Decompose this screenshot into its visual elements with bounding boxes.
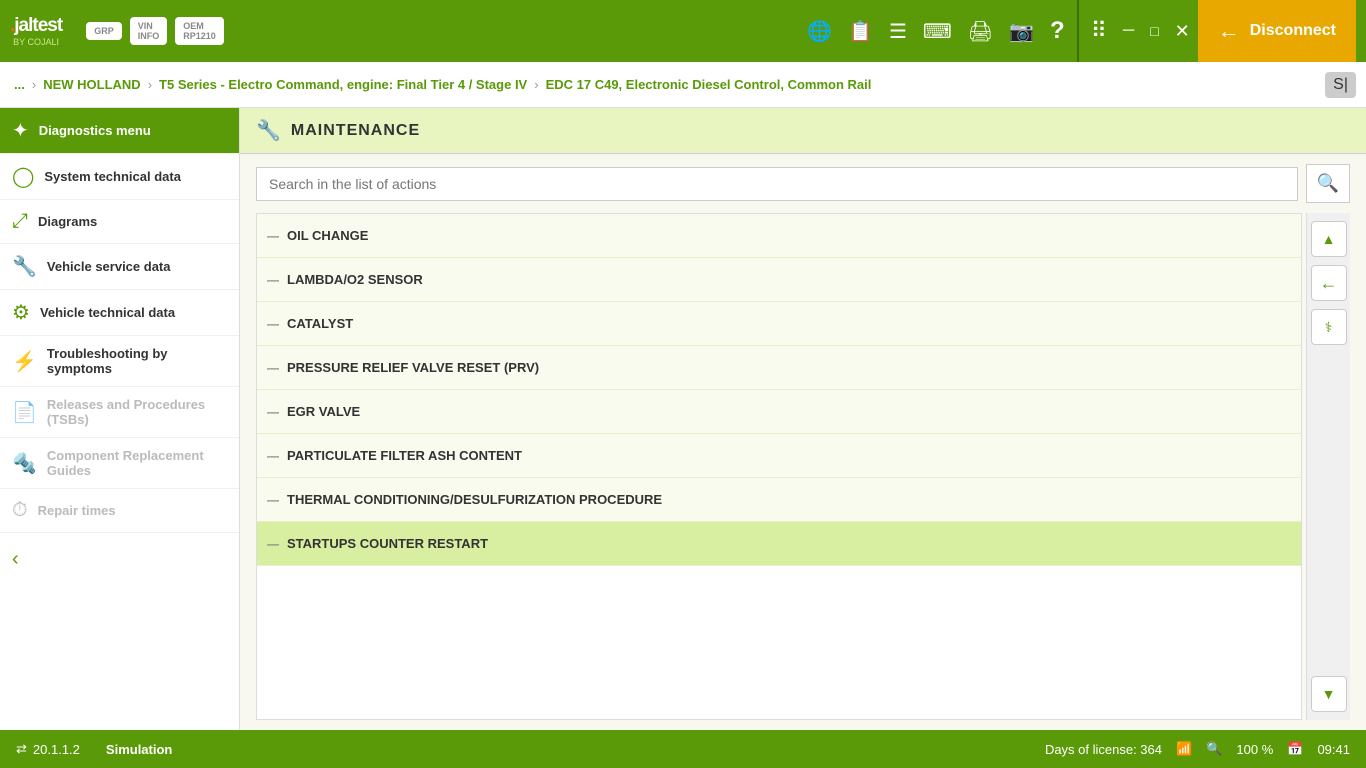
troubleshooting-icon: ⚡ bbox=[12, 349, 37, 374]
apps-icon[interactable]: ⠿ bbox=[1091, 18, 1107, 44]
close-icon[interactable]: ✕ bbox=[1175, 21, 1190, 42]
releases-icon: 📄 bbox=[12, 400, 37, 425]
vehicle-tech-icon: ⚙ bbox=[12, 300, 30, 325]
sidebar-item-component-guides: 🔩 Component Replacement Guides bbox=[0, 438, 239, 489]
sidebar-label-repair-times: Repair times bbox=[38, 503, 116, 518]
back-button[interactable]: ← bbox=[1311, 265, 1347, 301]
wrench-icon: 🔧 bbox=[256, 118, 281, 143]
content-area: 🔧 MAINTENANCE 🔍 OIL CHANGE LAMBDA/O2 SEN… bbox=[240, 108, 1366, 730]
sidebar-label-system-technical-data: System technical data bbox=[44, 169, 181, 184]
collapse-arrow-icon: ‹ bbox=[12, 548, 19, 571]
content-header: 🔧 MAINTENANCE bbox=[240, 108, 1366, 154]
zoom-value: 100 % bbox=[1236, 742, 1273, 757]
action-item-egr-valve[interactable]: EGR VALVE bbox=[257, 390, 1301, 434]
action-list: OIL CHANGE LAMBDA/O2 SENSOR CATALYST PRE… bbox=[256, 213, 1302, 720]
sidebar: ✦ Diagnostics menu ◯ System technical da… bbox=[0, 108, 240, 730]
vin-badge[interactable]: VIN INFO bbox=[130, 17, 168, 45]
globe-icon[interactable]: 🌐 bbox=[807, 19, 832, 44]
action-item-oil-change[interactable]: OIL CHANGE bbox=[257, 214, 1301, 258]
disconnect-button[interactable]: ← Disconnect bbox=[1198, 0, 1356, 62]
list-icon[interactable]: ☰ bbox=[889, 19, 907, 44]
sidebar-label-component-guides: Component Replacement Guides bbox=[47, 448, 227, 478]
breadcrumb-item1[interactable]: NEW HOLLAND bbox=[43, 77, 141, 92]
action-item-startups-counter[interactable]: STARTUPS COUNTER RESTART bbox=[257, 522, 1301, 566]
main-layout: ✦ Diagnostics menu ◯ System technical da… bbox=[0, 108, 1366, 730]
right-buttons: ▲ ← ⚕ ▼ bbox=[1306, 213, 1350, 720]
sidebar-label-releases: Releases and Procedures (TSBs) bbox=[47, 397, 227, 427]
diagrams-icon: ⤢ bbox=[12, 210, 28, 233]
sidebar-item-system-technical-data[interactable]: ◯ System technical data bbox=[0, 154, 239, 200]
search-button[interactable]: 🔍 bbox=[1306, 164, 1350, 203]
document-icon[interactable]: 📋 bbox=[848, 19, 873, 44]
action-item-lambda[interactable]: LAMBDA/O2 SENSOR bbox=[257, 258, 1301, 302]
sidebar-item-troubleshooting[interactable]: ⚡ Troubleshooting by symptoms bbox=[0, 336, 239, 387]
mode-label: Simulation bbox=[106, 742, 172, 757]
top-toolbar: .jaltest BY COJALI GRP VIN INFO OEM RP12… bbox=[0, 0, 1366, 62]
system-tech-icon: ◯ bbox=[12, 164, 34, 189]
license-text: Days of license: 364 bbox=[1045, 742, 1162, 757]
diagnostics-tool-icon[interactable]: ⚕ bbox=[1311, 309, 1347, 345]
time-label: 09:41 bbox=[1317, 742, 1350, 757]
scroll-up-button[interactable]: ▲ bbox=[1311, 221, 1347, 257]
oem-badge[interactable]: OEM RP1210 bbox=[175, 17, 224, 45]
sidebar-item-releases: 📄 Releases and Procedures (TSBs) bbox=[0, 387, 239, 438]
sidebar-item-vehicle-service-data[interactable]: 🔧 Vehicle service data bbox=[0, 244, 239, 290]
camera-icon[interactable]: 📷 bbox=[1009, 19, 1034, 44]
diagnostics-icon: ✦ bbox=[12, 118, 29, 143]
content-title: MAINTENANCE bbox=[291, 122, 420, 140]
help-icon[interactable]: ? bbox=[1050, 17, 1065, 45]
sidebar-label-vehicle-technical-data: Vehicle technical data bbox=[40, 305, 175, 320]
wifi-icon: 📶 bbox=[1176, 741, 1192, 757]
print-icon[interactable]: 🖨 bbox=[968, 19, 993, 44]
status-right: Days of license: 364 📶 🔍 100 % 📅 09:41 bbox=[1045, 741, 1350, 757]
logo-sub: BY COJALI bbox=[13, 37, 59, 47]
action-item-catalyst[interactable]: CATALYST bbox=[257, 302, 1301, 346]
vehicle-service-icon: 🔧 bbox=[12, 254, 37, 279]
action-item-particulate-filter[interactable]: PARTICULATE FILTER ASH CONTENT bbox=[257, 434, 1301, 478]
status-left: ⇄ 20.1.1.2 Simulation bbox=[16, 741, 172, 757]
minimize-icon[interactable]: ─ bbox=[1123, 22, 1134, 40]
repair-times-icon: ⏱ bbox=[12, 499, 28, 522]
search-bar-row: 🔍 bbox=[240, 154, 1366, 213]
sidebar-label-vehicle-service-data: Vehicle service data bbox=[47, 259, 171, 274]
sidebar-item-diagrams[interactable]: ⤢ Diagrams bbox=[0, 200, 239, 244]
sidebar-item-repair-times: ⏱ Repair times bbox=[0, 489, 239, 533]
logo: .jaltest BY COJALI bbox=[10, 15, 62, 47]
action-item-pressure-relief[interactable]: PRESSURE RELIEF VALVE RESET (PRV) bbox=[257, 346, 1301, 390]
sidebar-toggle-icon[interactable]: S| bbox=[1325, 72, 1356, 98]
maximize-icon[interactable]: □ bbox=[1150, 23, 1158, 39]
action-item-thermal-conditioning[interactable]: THERMAL CONDITIONING/DESULFURIZATION PRO… bbox=[257, 478, 1301, 522]
scroll-down-button[interactable]: ▼ bbox=[1311, 676, 1347, 712]
grp-badge[interactable]: GRP bbox=[86, 22, 122, 40]
logo-area: .jaltest BY COJALI bbox=[10, 15, 62, 47]
status-bar: ⇄ 20.1.1.2 Simulation Days of license: 3… bbox=[0, 730, 1366, 768]
sidebar-collapse-button[interactable]: ‹ bbox=[0, 533, 239, 586]
component-icon: 🔩 bbox=[12, 451, 37, 476]
breadcrumb: ... › NEW HOLLAND › T5 Series - Electro … bbox=[0, 62, 1366, 108]
usb-icon: ⇄ bbox=[16, 741, 27, 757]
breadcrumb-item2[interactable]: T5 Series - Electro Command, engine: Fin… bbox=[159, 77, 527, 92]
disconnect-arrow-icon: ← bbox=[1218, 18, 1240, 44]
sidebar-label-diagnostics-menu: Diagnostics menu bbox=[39, 123, 151, 138]
sidebar-item-diagnostics-menu[interactable]: ✦ Diagnostics menu bbox=[0, 108, 239, 154]
keyboard-icon[interactable]: ⌨ bbox=[923, 19, 952, 44]
sidebar-item-vehicle-technical-data[interactable]: ⚙ Vehicle technical data bbox=[0, 290, 239, 336]
calendar-icon: 📅 bbox=[1287, 741, 1303, 757]
breadcrumb-dots[interactable]: ... bbox=[14, 77, 25, 92]
breadcrumb-item3[interactable]: EDC 17 C49, Electronic Diesel Control, C… bbox=[546, 77, 872, 92]
zoom-icon: 🔍 bbox=[1206, 741, 1222, 757]
search-input[interactable] bbox=[256, 167, 1298, 201]
sidebar-label-diagrams: Diagrams bbox=[38, 214, 97, 229]
version-label: 20.1.1.2 bbox=[33, 742, 80, 757]
sidebar-label-troubleshooting: Troubleshooting by symptoms bbox=[47, 346, 227, 376]
